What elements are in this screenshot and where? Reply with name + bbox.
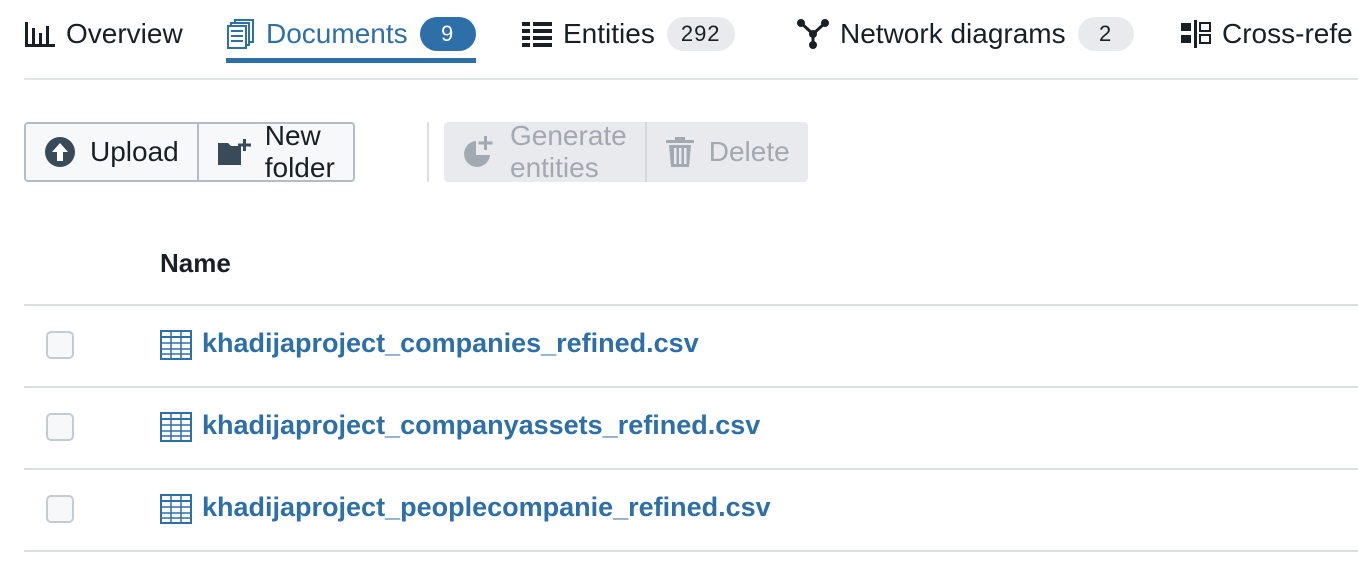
delete-button-label: Delete [708, 136, 790, 167]
tab-entities[interactable]: Entities 292 [521, 8, 735, 60]
documents-icon [226, 18, 256, 50]
upload-icon [44, 136, 76, 168]
documents-table: Name khadijaproject_companies_refined.cs… [24, 220, 1358, 552]
tab-overview[interactable]: Overview [24, 8, 183, 60]
list-icon [521, 20, 553, 48]
new-folder-icon [217, 137, 251, 167]
tab-network-diagrams[interactable]: Network diagrams 2 [796, 8, 1134, 60]
tab-bar: Overview Documents 9 Entities 292 Networ… [24, 0, 1358, 80]
new-folder-button-label: New folder [264, 120, 335, 183]
table-file-icon [160, 412, 192, 447]
tab-documents[interactable]: Documents 9 [226, 8, 476, 63]
delete-button[interactable]: Delete [644, 122, 808, 182]
row-checkbox[interactable] [46, 331, 74, 359]
upload-button[interactable]: Upload [26, 124, 197, 180]
table-row: khadijaproject_companies_refined.csv [24, 306, 1358, 388]
row-checkbox[interactable] [46, 495, 74, 523]
generate-entities-button[interactable]: Generate entities [444, 120, 645, 183]
investigation-documents-page: Overview Documents 9 Entities 292 Networ… [0, 0, 1358, 570]
network-icon [796, 18, 830, 50]
file-name-link[interactable]: khadijaproject_companies_refined.csv [202, 328, 699, 359]
toolbar-divider [427, 122, 429, 182]
upload-button-label: Upload [90, 136, 179, 167]
tab-network-diagrams-label: Network diagrams [840, 18, 1066, 49]
tab-documents-label: Documents [266, 18, 408, 49]
new-folder-button[interactable]: New folder [196, 120, 353, 183]
table-file-icon [160, 330, 192, 365]
table-file-icon [160, 494, 192, 529]
trash-icon [665, 136, 695, 168]
documents-count-badge: 9 [419, 17, 476, 51]
disabled-button-group: Generate entities Delete [444, 120, 808, 183]
tab-cross-reference[interactable]: Cross-refe [1180, 8, 1353, 60]
primary-button-group: Upload New folder [24, 120, 355, 183]
network-diagrams-count-badge: 2 [1077, 17, 1134, 51]
bar-chart-icon [24, 20, 56, 48]
entities-count-badge: 292 [666, 17, 735, 51]
tab-overview-label: Overview [66, 18, 183, 49]
generate-entities-icon [462, 135, 496, 169]
tab-cross-reference-label: Cross-refe [1222, 18, 1353, 49]
row-checkbox[interactable] [46, 413, 74, 441]
name-column-header[interactable]: Name [160, 248, 231, 279]
table-row: khadijaproject_companyassets_refined.csv [24, 388, 1358, 470]
file-name-link[interactable]: khadijaproject_companyassets_refined.csv [202, 410, 760, 441]
file-name-link[interactable]: khadijaproject_peoplecompanie_refined.cs… [202, 492, 771, 523]
tab-entities-label: Entities [563, 18, 655, 49]
generate-entities-button-label: Generate entities [510, 120, 627, 183]
table-row: khadijaproject_peoplecompanie_refined.cs… [24, 470, 1358, 552]
table-header: Name [24, 220, 1358, 306]
cross-reference-icon [1180, 19, 1212, 49]
